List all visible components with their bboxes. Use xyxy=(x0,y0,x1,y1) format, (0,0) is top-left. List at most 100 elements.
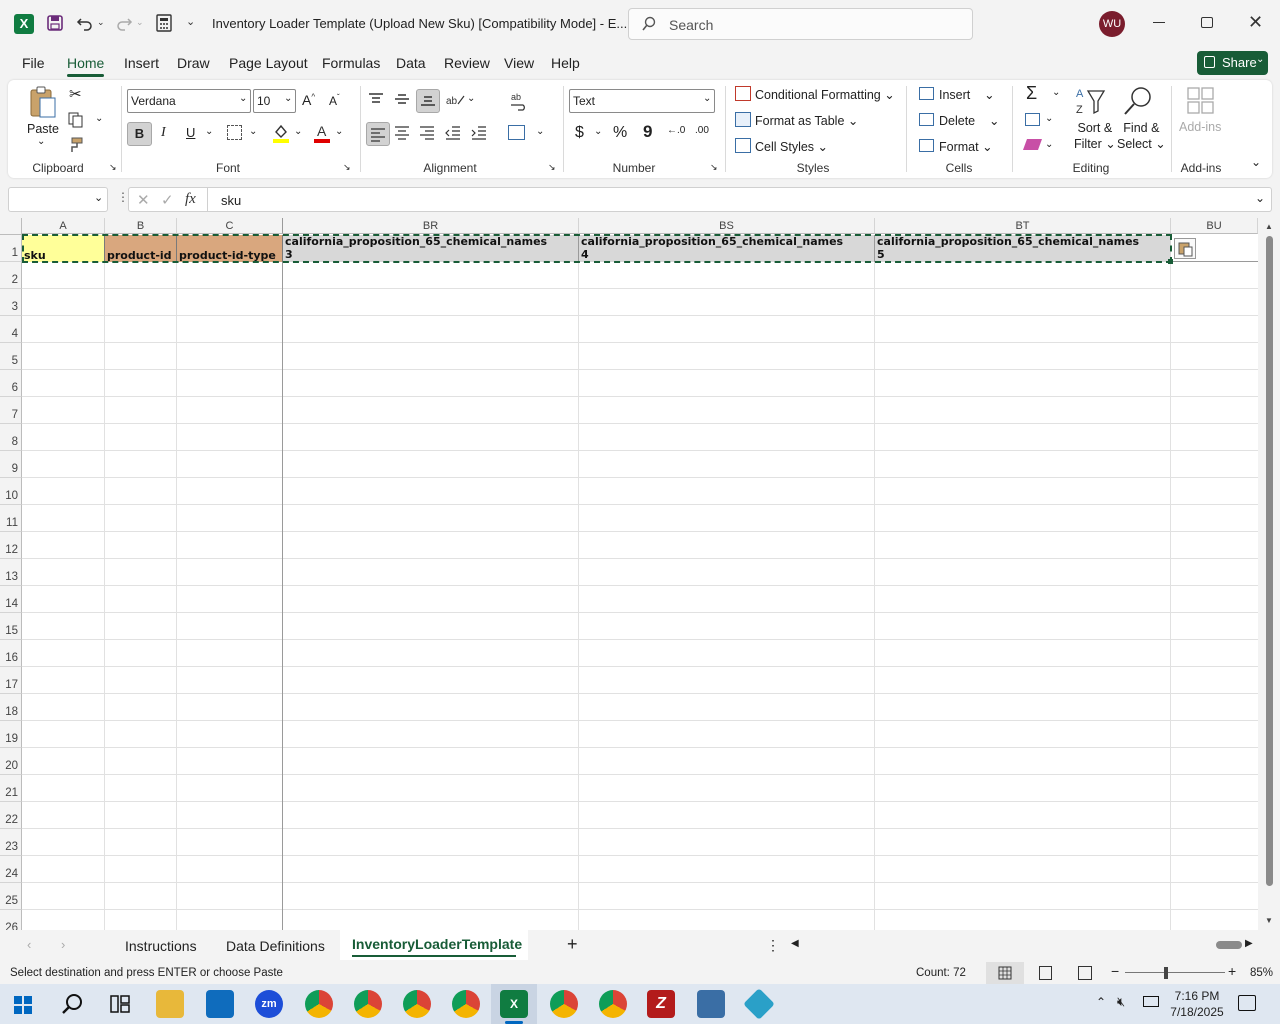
clipboard-launcher-icon[interactable]: ↘ xyxy=(109,162,117,173)
column-header-br[interactable]: BR xyxy=(283,218,579,234)
app-diamond-icon[interactable] xyxy=(743,988,775,1020)
task-view-icon[interactable] xyxy=(110,995,130,1013)
row-header-4[interactable]: 4 xyxy=(0,316,22,343)
more-sheets-icon[interactable]: ⋮ xyxy=(766,937,780,954)
underline-button[interactable]: U xyxy=(186,125,195,140)
align-center-icon[interactable] xyxy=(394,125,410,141)
formula-input[interactable]: sku xyxy=(221,193,241,208)
row-header-18[interactable]: 18 xyxy=(0,694,22,721)
tab-formulas[interactable]: Formulas xyxy=(322,55,380,71)
page-break-view-icon[interactable] xyxy=(1078,966,1092,980)
number-launcher-icon[interactable]: ↘ xyxy=(710,162,718,173)
row-header-3[interactable]: 3 xyxy=(0,289,22,316)
file-explorer-icon[interactable] xyxy=(156,990,184,1018)
percent-icon[interactable]: % xyxy=(613,124,627,142)
undo-icon[interactable] xyxy=(76,14,94,32)
tab-insert[interactable]: Insert xyxy=(124,55,159,71)
chrome-icon[interactable] xyxy=(452,990,480,1018)
tab-view[interactable]: View xyxy=(504,55,534,71)
paste-options-button[interactable] xyxy=(1174,238,1196,259)
page-layout-view-icon[interactable] xyxy=(1039,966,1052,980)
chrome-icon[interactable] xyxy=(354,990,382,1018)
minimize-icon[interactable] xyxy=(1153,22,1165,23)
font-color-icon[interactable]: A xyxy=(313,123,331,143)
zoom-out-icon[interactable]: − xyxy=(1111,963,1119,979)
tab-home[interactable]: Home xyxy=(67,55,105,77)
expand-formula-bar-icon[interactable]: ⌄ xyxy=(1255,191,1265,205)
scroll-down-icon[interactable]: ▼ xyxy=(1265,916,1273,925)
number-format-select[interactable]: Text ⌄ xyxy=(569,89,715,113)
fill-dropdown-icon[interactable]: ⌄ xyxy=(1045,113,1053,124)
collapse-ribbon-icon[interactable]: ⌄ xyxy=(1251,155,1261,169)
restore-icon[interactable] xyxy=(1201,17,1213,28)
zoom-slider-thumb[interactable] xyxy=(1164,967,1168,979)
fill-handle[interactable] xyxy=(1168,259,1173,264)
horizontal-scroll-thumb[interactable] xyxy=(1216,941,1242,949)
zoom-slider-track[interactable] xyxy=(1125,972,1225,973)
clear-dropdown-icon[interactable]: ⌄ xyxy=(1045,139,1053,150)
fill-color-icon[interactable] xyxy=(272,123,290,143)
sheet-tab-instructions[interactable]: Instructions xyxy=(125,938,197,954)
show-hidden-icons[interactable]: ⌃ xyxy=(1096,995,1106,1009)
network-icon[interactable] xyxy=(1143,996,1159,1007)
fill-icon[interactable] xyxy=(1025,113,1040,126)
format-as-table-button[interactable]: Format as Table ⌄ xyxy=(755,113,858,128)
align-bottom-button[interactable] xyxy=(416,89,440,113)
align-top-icon[interactable] xyxy=(368,92,384,106)
filezilla-icon[interactable]: Z xyxy=(647,990,675,1018)
tab-help[interactable]: Help xyxy=(551,55,580,71)
volume-muted-icon[interactable]: 🔇︎ xyxy=(1117,994,1125,1010)
normal-view-button[interactable] xyxy=(986,962,1024,984)
font-size-select[interactable]: 10 ⌄ xyxy=(253,89,296,113)
outlook-icon[interactable] xyxy=(206,990,234,1018)
row-header-8[interactable]: 8 xyxy=(0,424,22,451)
row-header-17[interactable]: 17 xyxy=(0,667,22,694)
column-header-b[interactable]: B xyxy=(105,218,177,234)
alignment-launcher-icon[interactable]: ↘ xyxy=(548,162,556,173)
autosum-icon[interactable]: Σ xyxy=(1026,83,1037,104)
row-header-15[interactable]: 15 xyxy=(0,613,22,640)
user-avatar[interactable]: WU xyxy=(1099,11,1125,37)
save-icon[interactable] xyxy=(46,14,64,32)
scroll-right-icon[interactable]: ▶ xyxy=(1245,938,1253,949)
calculator-app-icon[interactable] xyxy=(697,990,725,1018)
row-header-14[interactable]: 14 xyxy=(0,586,22,613)
copy-dropdown-icon[interactable]: ⌄ xyxy=(95,113,103,124)
row-header-12[interactable]: 12 xyxy=(0,532,22,559)
align-left-button[interactable] xyxy=(366,122,390,146)
row-header-22[interactable]: 22 xyxy=(0,802,22,829)
format-cells-button[interactable]: Format ⌄ xyxy=(939,139,993,154)
tab-page-layout[interactable]: Page Layout xyxy=(229,55,308,71)
borders-dropdown-icon[interactable]: ⌄ xyxy=(249,126,257,137)
vertical-scrollbar[interactable]: ▲ ▼ xyxy=(1258,218,1280,930)
column-header-bt[interactable]: BT xyxy=(875,218,1171,234)
borders-icon[interactable] xyxy=(227,125,242,140)
copy-icon[interactable] xyxy=(68,112,84,128)
row-header-1[interactable]: 1 xyxy=(0,235,22,262)
row-header-16[interactable]: 16 xyxy=(0,640,22,667)
row-header-7[interactable]: 7 xyxy=(0,397,22,424)
scroll-left-icon[interactable]: ◀ xyxy=(791,938,799,949)
chrome-icon[interactable] xyxy=(599,990,627,1018)
sheet-tab-inventory-loader-template[interactable]: InventoryLoaderTemplate xyxy=(340,930,528,960)
insert-function-icon[interactable]: fx xyxy=(185,191,196,208)
align-right-icon[interactable] xyxy=(419,125,435,141)
row-header-2[interactable]: 2 xyxy=(0,262,22,289)
row-header-13[interactable]: 13 xyxy=(0,559,22,586)
zoom-app-icon[interactable]: zm xyxy=(255,990,283,1018)
row-header-25[interactable]: 25 xyxy=(0,883,22,910)
cut-icon[interactable]: ✂ xyxy=(69,85,82,103)
tab-file[interactable]: File xyxy=(22,55,45,71)
row-header-20[interactable]: 20 xyxy=(0,748,22,775)
orientation-dropdown-icon[interactable]: ⌄ xyxy=(467,93,475,104)
sheet-tab-data-definitions[interactable]: Data Definitions xyxy=(226,938,325,954)
paste-icon[interactable] xyxy=(28,86,58,120)
chrome-icon[interactable] xyxy=(305,990,333,1018)
vertical-scroll-thumb[interactable] xyxy=(1266,236,1273,886)
row-header-24[interactable]: 24 xyxy=(0,856,22,883)
close-icon[interactable]: ✕ xyxy=(1248,13,1263,31)
increase-font-icon[interactable]: A^ xyxy=(302,92,315,108)
column-header-a[interactable]: A xyxy=(22,218,105,234)
zoom-in-icon[interactable]: + xyxy=(1228,963,1236,979)
taskbar-clock[interactable]: 7:16 PM 7/18/2025 xyxy=(1170,988,1224,1020)
